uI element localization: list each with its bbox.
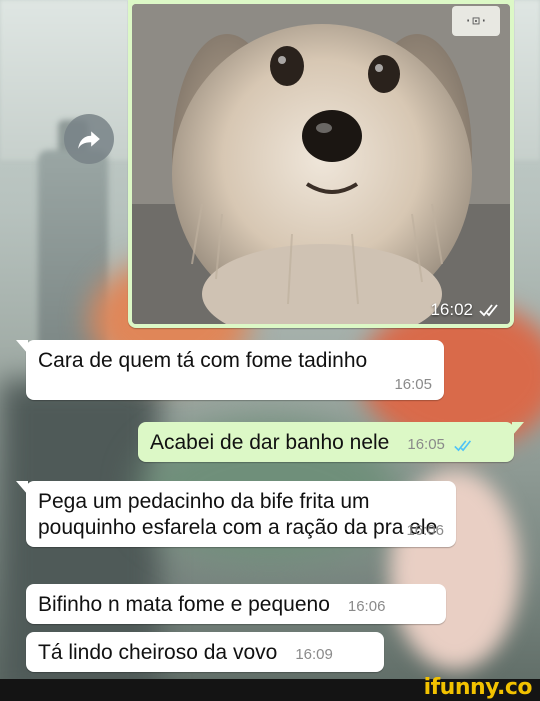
forward-arrow-icon — [78, 131, 100, 149]
read-ticks-icon — [454, 440, 472, 452]
outgoing-message[interactable]: Acabei de dar banho nele 16:05 — [138, 422, 524, 462]
forward-button[interactable] — [64, 114, 114, 164]
watermark-bar: ifunny.co — [0, 675, 540, 701]
message-time: 16:05 — [407, 436, 445, 454]
message-text: Bifinho n mata fome e pequeno — [38, 593, 330, 616]
message-text: Acabei de dar banho nele — [150, 431, 390, 454]
ifunny-watermark: ifunny.co — [423, 675, 533, 700]
incoming-message[interactable]: Cara de quem tá com fome tadinho 16:05 — [16, 340, 444, 400]
message-time: 16:02 — [430, 300, 473, 319]
message-time: 16:09 — [295, 646, 333, 664]
dog-photo[interactable] — [132, 4, 510, 324]
message-text: Tá lindo cheiroso da vovo — [38, 641, 278, 664]
media-badge: ·⊡· — [452, 6, 500, 36]
image-message-meta: 16:02 — [430, 300, 502, 320]
read-ticks-icon — [479, 304, 498, 317]
message-text: Cara de quem tá com fome tadinho — [38, 349, 368, 372]
message-meta: 16:05 — [407, 436, 475, 454]
incoming-message[interactable]: Bifinho n mata fome e pequeno 16:06 — [26, 584, 446, 624]
incoming-message[interactable]: Tá lindo cheiroso da vovo 16:09 — [26, 632, 384, 672]
image-message[interactable]: ·⊡· 16:02 — [128, 0, 514, 328]
message-text: Pega um pedacinho da bife frita um pouqu… — [38, 490, 438, 539]
message-time: 16:05 — [394, 375, 432, 393]
incoming-message[interactable]: Pega um pedacinho da bife frita um pouqu… — [16, 481, 456, 547]
dog-photo-illustration — [132, 4, 510, 324]
message-time: 16:06 — [347, 598, 386, 616]
